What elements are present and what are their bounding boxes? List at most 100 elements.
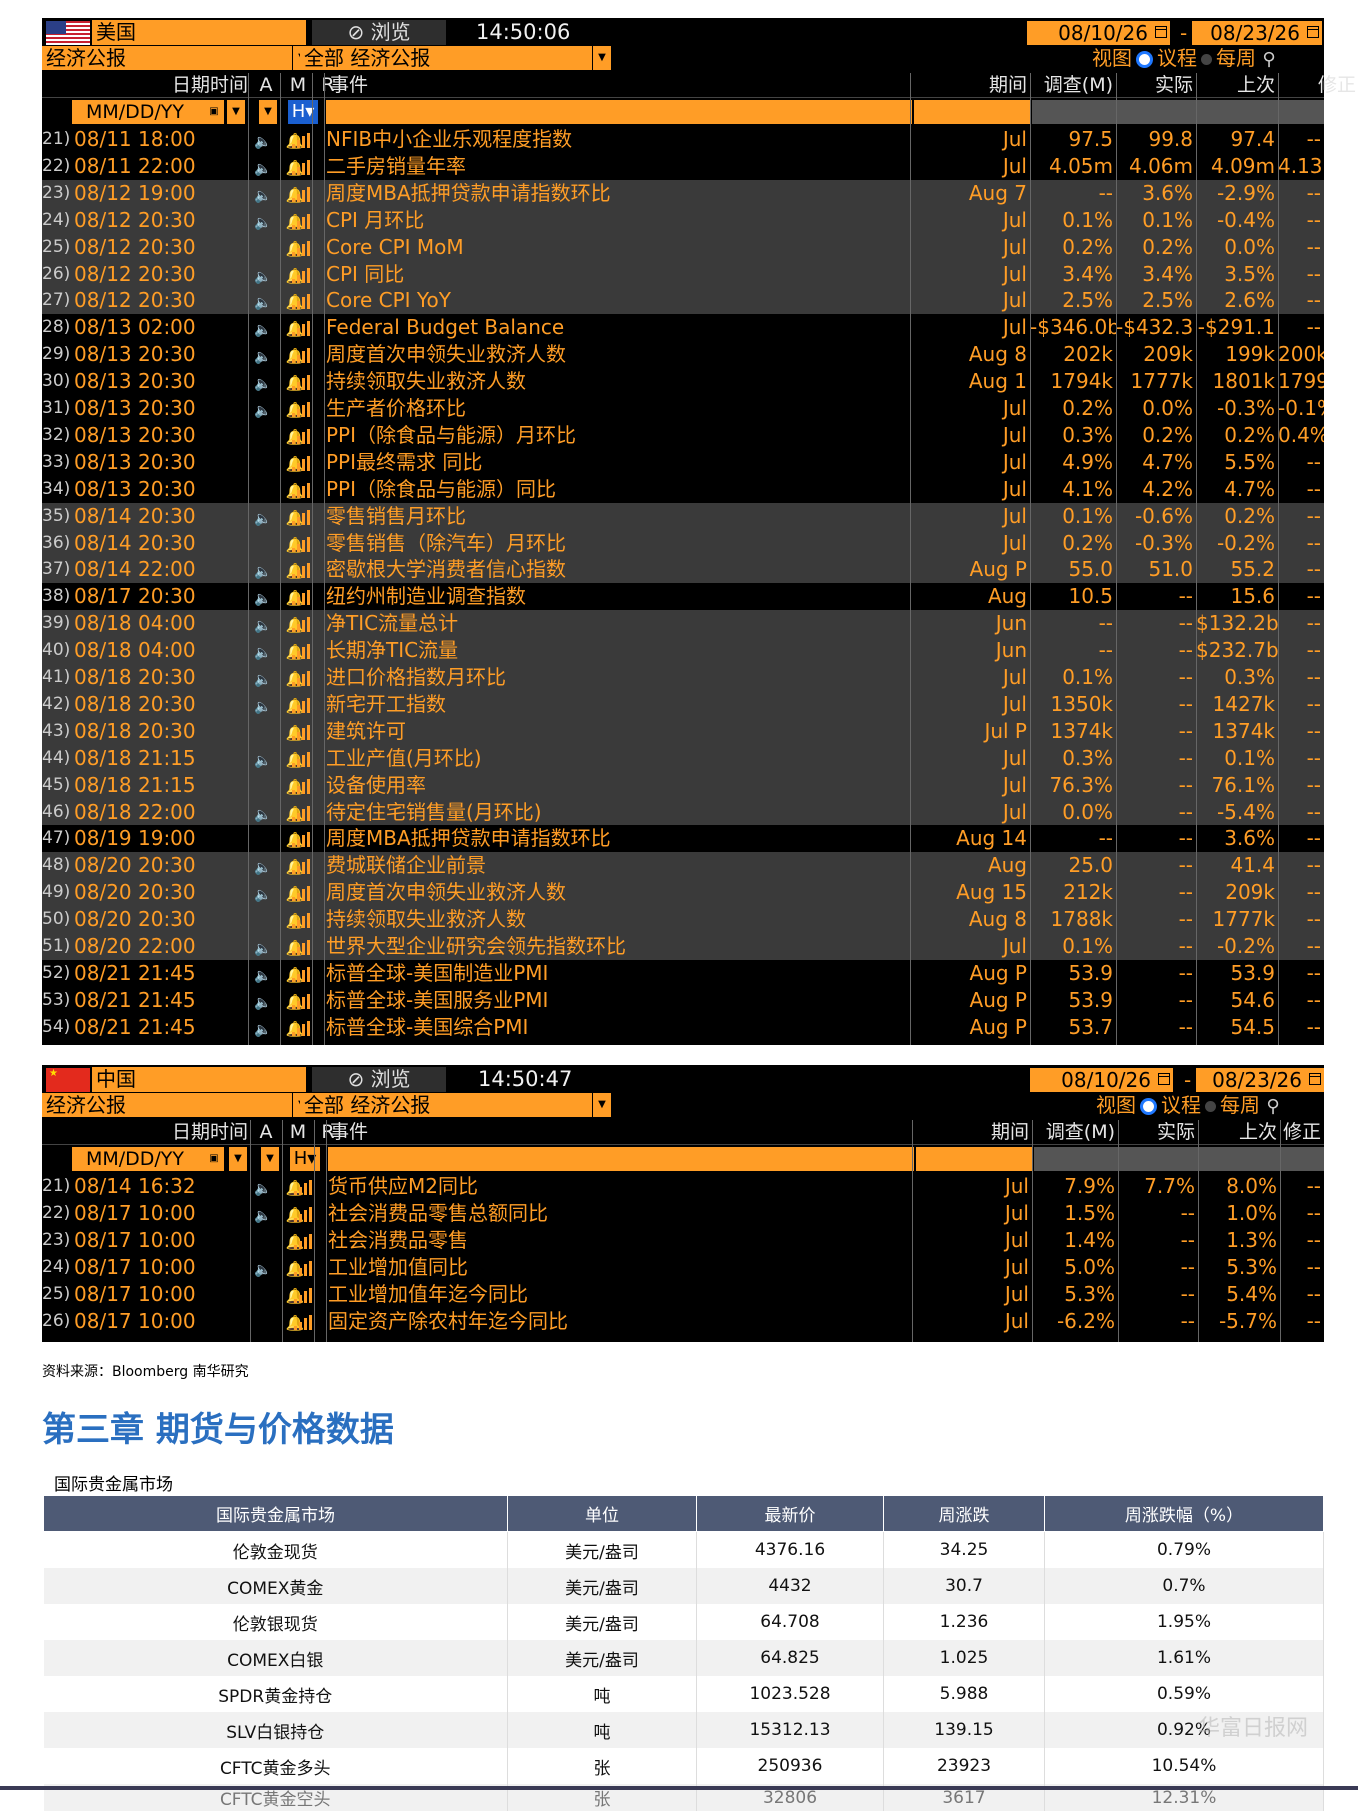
table-row[interactable]: 32)08/13 20:30🔔PPI（除食品与能源）月环比Jul0.3%0.2%…	[42, 422, 1324, 449]
table-row[interactable]: 42)08/18 20:30🔈🔔新宅开工指数Jul1350k--1427k--	[42, 691, 1324, 718]
date-from-field[interactable]: 08/10/26	[1027, 21, 1170, 45]
browse-button[interactable]: ⊘ 浏览	[312, 1067, 446, 1092]
table-row[interactable]: 25)08/12 20:30🔔Core CPI MoMJul0.2%0.2%0.…	[42, 234, 1324, 261]
speaker-icon[interactable]	[250, 1281, 276, 1308]
speaker-icon[interactable]: 🔈	[250, 180, 276, 207]
row-event[interactable]: 周度MBA抵押贷款申请指数环比	[326, 180, 906, 207]
row-event[interactable]: 二手房销量年率	[326, 153, 906, 180]
speaker-icon[interactable]	[250, 825, 276, 852]
speaker-icon[interactable]: 🔈	[250, 287, 276, 314]
country-field[interactable]: 中国	[92, 1067, 306, 1092]
table-row[interactable]: 27)08/12 20:30🔈🔔Core CPI YoYJul2.5%2.5%2…	[42, 287, 1324, 314]
row-event[interactable]: 标普全球-美国服务业PMI	[326, 987, 906, 1014]
speaker-icon[interactable]: 🔈	[250, 207, 276, 234]
search-icon[interactable]: ⚲	[1262, 48, 1275, 72]
category-select[interactable]: 经济公报	[42, 1093, 292, 1117]
row-event[interactable]: 生产者价格环比	[326, 395, 906, 422]
row-event[interactable]: NFIB中小企业乐观程度指数	[326, 126, 906, 153]
speaker-icon[interactable]	[250, 906, 276, 933]
speaker-icon[interactable]: 🔈	[250, 583, 276, 610]
speaker-icon[interactable]: 🔈	[250, 368, 276, 395]
speaker-icon[interactable]: 🔈	[250, 1014, 276, 1041]
radio-weekly[interactable]	[1201, 54, 1212, 65]
row-event[interactable]: 周度首次申领失业救济人数	[326, 341, 906, 368]
table-row[interactable]: 41)08/18 20:30🔈🔔进口价格指数月环比Jul0.1%--0.3%--	[42, 664, 1324, 691]
col-m[interactable]: M	[288, 1120, 308, 1144]
row-event[interactable]: 费城联储企业前景	[326, 852, 906, 879]
col-event[interactable]: 事件	[326, 73, 426, 97]
speaker-icon[interactable]: 🔈	[250, 879, 276, 906]
scope-select[interactable]: 全部 经济公报	[300, 46, 592, 70]
table-row[interactable]: 35)08/14 20:30🔈🔔零售销售月环比Jul0.1%-0.6%0.2%-…	[42, 503, 1324, 530]
speaker-icon[interactable]: 🔈	[250, 745, 276, 772]
row-event[interactable]: 工业产值(月环比)	[326, 745, 906, 772]
table-row[interactable]: 36)08/14 20:30🔔零售销售（除汽车）月环比Jul0.2%-0.3%-…	[42, 530, 1324, 557]
row-event[interactable]: 固定资产除农村年迄今同比	[328, 1308, 908, 1335]
table-row[interactable]: 23)08/12 19:00🔈🔔周度MBA抵押贷款申请指数环比Aug 7--3.…	[42, 180, 1324, 207]
col-a[interactable]: A	[256, 73, 276, 97]
row-event[interactable]: CPI 月环比	[326, 207, 906, 234]
col-m[interactable]: M	[288, 73, 308, 97]
row-event[interactable]: 进口价格指数月环比	[326, 664, 906, 691]
table-row[interactable]: 24)08/17 10:00🔈🔔工业增加值同比Jul5.0%--5.3%--	[42, 1254, 1324, 1281]
col-datetime[interactable]: 日期时间	[122, 1120, 248, 1144]
chevron-down-icon[interactable]: ▼	[592, 46, 611, 70]
event-filter-input[interactable]	[328, 1147, 914, 1171]
browse-button[interactable]: ⊘ 浏览	[312, 20, 446, 45]
date-format-filter[interactable]: MM/DD/YY	[72, 1147, 204, 1171]
table-row[interactable]: 49)08/20 20:30🔈🔔周度首次申领失业救济人数Aug 15212k--…	[42, 879, 1324, 906]
calendar-icon[interactable]: ▣	[204, 1147, 224, 1171]
calendar-icon[interactable]: ▣	[204, 100, 224, 124]
speaker-icon[interactable]: 🔈	[250, 852, 276, 879]
table-row[interactable]: 25)08/17 10:00🔔工业增加值年迄今同比Jul5.3%--5.4%--	[42, 1281, 1324, 1308]
calendar-icon[interactable]	[1309, 1073, 1321, 1085]
speaker-icon[interactable]	[250, 449, 276, 476]
date-to-field[interactable]: 08/23/26	[1192, 21, 1322, 45]
speaker-icon[interactable]	[250, 422, 276, 449]
radio-weekly[interactable]	[1205, 1101, 1216, 1112]
speaker-icon[interactable]: 🔈	[250, 261, 276, 288]
chevron-down-icon[interactable]: ▼	[226, 100, 245, 124]
row-event[interactable]: 世界大型企业研究会领先指数环比	[326, 933, 906, 960]
country-field[interactable]: 美国	[92, 20, 306, 45]
table-row[interactable]: 33)08/13 20:30🔔PPI最终需求 同比Jul4.9%4.7%5.5%…	[42, 449, 1324, 476]
speaker-icon[interactable]: 🔈	[250, 664, 276, 691]
row-event[interactable]: PPI（除食品与能源）月环比	[326, 422, 906, 449]
period-filter-input[interactable]	[916, 1147, 1032, 1171]
table-row[interactable]: 40)08/18 04:00🔈🔔长期净TIC流量Jun----$232.7b--	[42, 637, 1324, 664]
row-event[interactable]: 周度MBA抵押贷款申请指数环比	[326, 825, 906, 852]
radio-agenda[interactable]	[1136, 51, 1153, 68]
row-event[interactable]: 零售销售月环比	[326, 503, 906, 530]
row-event[interactable]: 货币供应M2同比	[328, 1173, 908, 1200]
speaker-icon[interactable]: 🔈	[250, 987, 276, 1014]
speaker-icon[interactable]: 🔈	[250, 637, 276, 664]
col-datetime[interactable]: 日期时间	[122, 73, 248, 97]
chevron-down-icon[interactable]: ▼	[258, 100, 277, 124]
table-row[interactable]: 39)08/18 04:00🔈🔔净TIC流量总计Jun----$132.2b--	[42, 610, 1324, 637]
radio-agenda[interactable]	[1140, 1098, 1157, 1115]
row-event[interactable]: 纽约州制造业调查指数	[326, 583, 906, 610]
date-format-filter[interactable]: MM/DD/YY	[72, 100, 204, 124]
table-row[interactable]: 31)08/13 20:30🔈🔔生产者价格环比Jul0.2%0.0%-0.3%-…	[42, 395, 1324, 422]
chevron-down-icon[interactable]: ▼	[260, 1147, 279, 1171]
table-row[interactable]: 21)08/11 18:00🔈🔔NFIB中小企业乐观程度指数Jul97.599.…	[42, 126, 1324, 153]
period-filter-input[interactable]	[914, 100, 1030, 124]
search-icon[interactable]: ⚲	[1266, 1095, 1279, 1119]
row-event[interactable]: 工业增加值同比	[328, 1254, 908, 1281]
row-event[interactable]: 周度首次申领失业救济人数	[326, 879, 906, 906]
table-row[interactable]: 51)08/20 22:00🔈🔔世界大型企业研究会领先指数环比Jul0.1%--…	[42, 933, 1324, 960]
h-filter[interactable]: H▾	[290, 1147, 320, 1171]
chevron-down-icon[interactable]: ▼	[592, 1093, 611, 1117]
speaker-icon[interactable]: 🔈	[250, 503, 276, 530]
table-row[interactable]: 53)08/21 21:45🔈🔔标普全球-美国服务业PMIAug P53.9--…	[42, 987, 1324, 1014]
speaker-icon[interactable]: 🔈	[250, 153, 276, 180]
date-to-field[interactable]: 08/23/26	[1196, 1068, 1324, 1092]
speaker-icon[interactable]: 🔈	[250, 556, 276, 583]
speaker-icon[interactable]: 🔈	[250, 1173, 276, 1200]
col-prior[interactable]: 上次	[1198, 1120, 1280, 1144]
table-row[interactable]: 28)08/13 02:00🔈🔔Federal Budget BalanceJu…	[42, 314, 1324, 341]
speaker-icon[interactable]	[250, 530, 276, 557]
event-filter-input[interactable]	[326, 100, 912, 124]
row-event[interactable]: PPI（除食品与能源）同比	[326, 476, 906, 503]
speaker-icon[interactable]: 🔈	[250, 691, 276, 718]
